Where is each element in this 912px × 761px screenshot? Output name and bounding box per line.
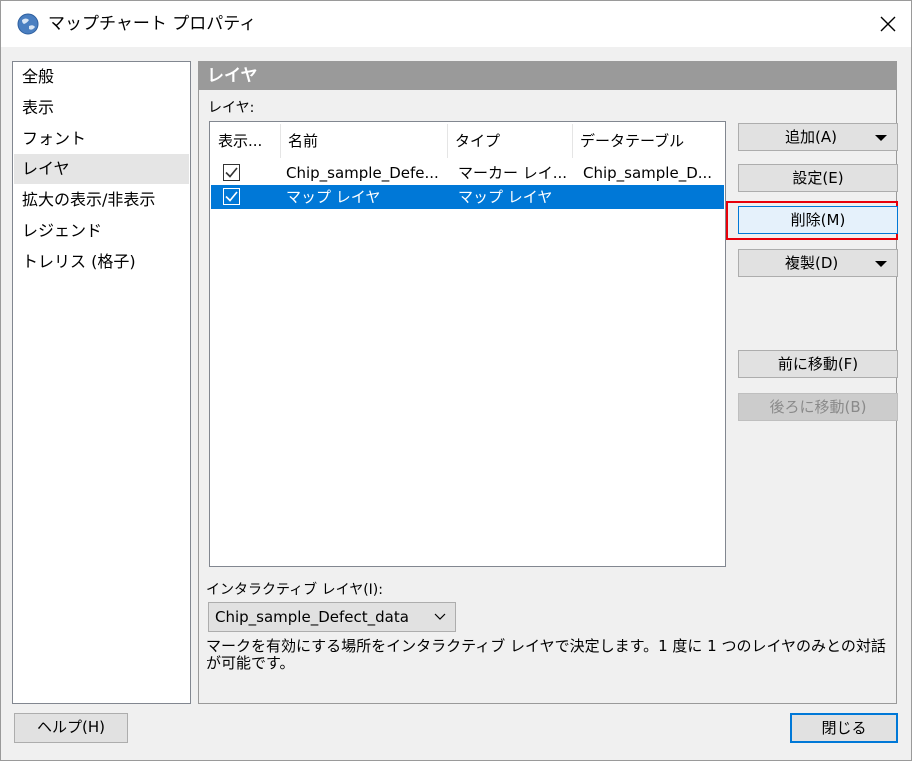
- nav-item[interactable]: 全般: [14, 62, 189, 92]
- layer-table: [583, 185, 723, 209]
- title-bar: マップチャート プロパティ: [1, 1, 911, 47]
- panel-header: レイヤ: [199, 62, 896, 90]
- globe-icon: [17, 13, 39, 35]
- checkmark-icon: [225, 191, 238, 202]
- layers-caption: レイヤ:: [208, 100, 255, 116]
- nav-item[interactable]: レイヤ: [14, 154, 189, 184]
- layer-list[interactable]: 表示... 名前 タイプ データテーブル Chip_sample_Defe...…: [209, 121, 726, 567]
- nav-item[interactable]: フォント: [14, 124, 189, 154]
- nav-item[interactable]: レジェンド: [14, 216, 189, 246]
- close-button[interactable]: 閉じる: [790, 713, 898, 743]
- column-header-name[interactable]: 名前: [280, 124, 447, 158]
- window-title: マップチャート プロパティ: [48, 14, 257, 34]
- settings-button[interactable]: 設定(E): [738, 164, 898, 192]
- layer-name: Chip_sample_Defe...: [286, 164, 439, 182]
- close-window-button[interactable]: [865, 1, 911, 47]
- add-button-label: 追加(A): [785, 128, 837, 146]
- checkmark-icon: [225, 167, 238, 178]
- column-header-table[interactable]: データテーブル: [572, 124, 722, 158]
- close-icon: [880, 16, 896, 32]
- move-up-button[interactable]: 前に移動(F): [738, 350, 898, 378]
- visible-checkbox[interactable]: [223, 164, 240, 181]
- column-header-type[interactable]: タイプ: [447, 124, 572, 158]
- delete-button[interactable]: 削除(M): [738, 206, 898, 234]
- dropdown-arrow-icon: [875, 261, 887, 267]
- column-header-visible[interactable]: 表示...: [210, 124, 280, 158]
- interactive-layer-description: マークを有効にする場所をインタラクティブ レイヤで決定します。1 度に 1 つの…: [206, 637, 886, 672]
- duplicate-button[interactable]: 複製(D): [738, 249, 898, 277]
- duplicate-button-label: 複製(D): [785, 254, 839, 272]
- table-row[interactable]: マップ レイヤ マップ レイヤ: [211, 185, 724, 209]
- dropdown-arrow-icon: [875, 135, 887, 141]
- help-button[interactable]: ヘルプ(H): [14, 713, 128, 743]
- interactive-layer-value: Chip_sample_Defect_data: [215, 608, 409, 626]
- nav-item[interactable]: 拡大の表示/非表示: [14, 185, 189, 215]
- chevron-down-icon: [434, 613, 446, 620]
- nav-item[interactable]: トレリス (格子): [14, 247, 189, 277]
- table-row[interactable]: Chip_sample_Defe... マーカー レイ... Chip_samp…: [211, 161, 724, 185]
- nav-item[interactable]: 表示: [14, 93, 189, 123]
- properties-dialog: マップチャート プロパティ 全般 表示 フォント レイヤ 拡大の表示/非表示 レジェンドト…: [0, 0, 912, 761]
- layers-panel: レイヤ レイヤ: 表示... 名前 タイプ データテーブル Chip_sampl…: [198, 61, 898, 704]
- layer-type: マーカー レイ...: [458, 164, 568, 182]
- visible-checkbox[interactable]: [223, 188, 240, 205]
- category-list: 全般 表示 フォント レイヤ 拡大の表示/非表示 レジェンド トレリス (格子): [12, 61, 191, 704]
- interactive-layer-label: インタラクティブ レイヤ(I):: [206, 582, 383, 598]
- layer-name: マップ レイヤ: [286, 188, 381, 206]
- add-button[interactable]: 追加(A): [738, 123, 898, 151]
- interactive-layer-select[interactable]: Chip_sample_Defect_data: [208, 602, 456, 632]
- layer-type: マップ レイヤ: [458, 188, 553, 206]
- move-down-button: 後ろに移動(B): [738, 393, 898, 421]
- layer-table: Chip_sample_D...: [583, 164, 713, 182]
